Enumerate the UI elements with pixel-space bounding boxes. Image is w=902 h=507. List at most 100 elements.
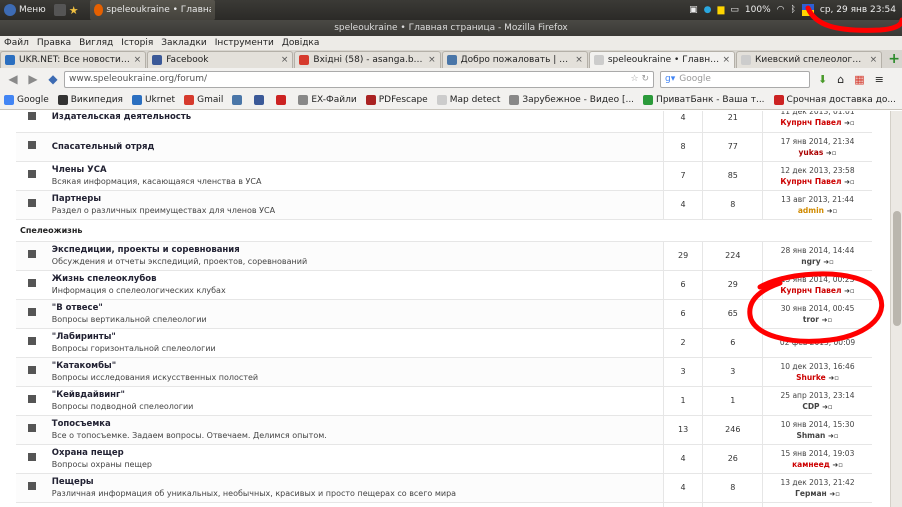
category-title[interactable]: Спелеожизнь [16,219,872,242]
bookmark-item[interactable]: ПриватБанк - Ваша т... [643,94,765,105]
last-post-username[interactable]: Купрнч Павел [780,177,841,186]
forum-info-cell: Спасательный отряд [47,132,664,162]
go-to-post-icon[interactable]: ➜▫ [832,461,843,469]
tab-close-icon[interactable]: × [575,55,583,65]
bookmark-item[interactable]: Срочная доставка до... [773,94,896,105]
forum-title-link[interactable]: Спасательный отряд [52,142,659,152]
last-post-username[interactable]: yukas [799,148,824,157]
tab-5[interactable]: Киевский спелеологическ...× [736,51,883,68]
go-to-post-icon[interactable]: ➜▫ [822,403,833,411]
forum-title-link[interactable]: Партнеры [52,194,659,204]
tab-close-icon[interactable]: × [134,55,142,65]
bookmark-item[interactable] [232,94,245,105]
clock[interactable]: ср, 29 янв 23:54 [820,5,896,15]
menu-item-bookmarks[interactable]: Закладки [161,38,207,48]
last-post-username[interactable]: admin [798,206,824,215]
menu-list-icon[interactable]: ≡ [875,73,884,86]
go-to-post-icon[interactable]: ➜▫ [827,207,838,215]
url-input[interactable]: www.speleoukraine.org/forum/ ☆ ↻ [64,70,654,88]
site-identity-icon[interactable]: ◆ [44,70,62,88]
menu-item-tools[interactable]: Інструменти [215,38,274,48]
bookmark-item[interactable] [254,94,267,105]
bookmark-item[interactable]: Википедия [57,94,123,105]
forum-title-link[interactable]: "Лабиринты" [52,332,659,342]
bookmark-item[interactable]: Зарубежное - Видео [... [509,94,634,105]
back-arrow-icon[interactable]: ◀ [4,70,22,88]
last-post-username[interactable]: tror [803,315,819,324]
favorite-star-icon[interactable]: ★ [69,4,81,17]
menu-button[interactable]: Меню [0,0,50,20]
tab-3[interactable]: Добро пожаловать | ВКо...× [441,51,588,68]
menu-item-edit[interactable]: Правка [37,38,71,48]
bookmark-item[interactable]: Gmail [184,94,223,105]
forum-title-link[interactable]: Экспедиции, проекты и соревнования [52,245,659,255]
bookmark-item[interactable]: Ukrnet [131,94,175,105]
tab-label: Вхідні (58) - asanga.bocha... [313,55,425,65]
menu-item-view[interactable]: Вигляд [79,38,113,48]
last-post-username[interactable]: ngry [801,257,820,266]
new-tab-plus-icon[interactable]: + [886,52,902,68]
last-post-username[interactable]: Shurke [796,373,826,382]
bookmark-item[interactable]: PDFescape [365,94,428,105]
skype-icon[interactable]: ● [704,5,712,15]
search-input[interactable]: g▾ Google [660,70,810,88]
addon-icon[interactable]: ▦ [854,73,864,86]
tab-1[interactable]: Facebook × [147,51,294,68]
tab-0[interactable]: UKR.NET: Все новости Укр...× [0,51,147,68]
forum-info-cell: Топосъемка Все о топосъемке. Задаем вопро… [47,415,664,445]
go-to-post-icon[interactable]: ➜▫ [826,149,837,157]
tab-2[interactable]: Вхідні (58) - asanga.bocha...× [294,51,441,68]
forum-title-link[interactable]: "В отвесе" [52,303,659,313]
tab-4[interactable]: speleoukraine • Главная стр...× [588,51,736,68]
go-to-post-icon[interactable]: ➜▫ [829,490,840,498]
last-post-username[interactable]: CDP [802,402,819,411]
forum-title-link[interactable]: "Катакомбы" [52,361,659,371]
go-to-post-icon[interactable]: ➜▫ [828,432,839,440]
forum-title-link[interactable]: "Кейвдайвинг" [52,390,659,400]
bookmark-label: Википедия [70,94,123,105]
keyboard-layout-icon[interactable]: ▆ [717,5,724,15]
tab-close-icon[interactable]: × [870,55,878,65]
forum-title-link[interactable]: Члены УСА [52,165,659,175]
tab-close-icon[interactable]: × [428,55,436,65]
bookmark-item[interactable]: EX-Файли [298,94,357,105]
go-to-post-icon[interactable]: ➜▫ [828,374,839,382]
scrollbar-thumb[interactable] [893,211,901,326]
last-post-username[interactable]: Герман [795,489,827,498]
network-icon[interactable]: ▣ [689,5,698,15]
last-post-username[interactable]: Купрнч Павел [780,286,841,295]
menu-icon [4,4,16,16]
go-to-post-icon[interactable]: ➜▫ [823,258,834,266]
bookmark-item[interactable]: Map detect [436,94,500,105]
menu-item-history[interactable]: Історія [121,38,153,48]
terminal-icon[interactable] [53,4,66,16]
menu-item-help[interactable]: Довідка [282,38,320,48]
go-to-post-icon[interactable]: ➜▫ [822,316,833,324]
forum-title-link[interactable]: Охрана пещер [52,448,659,458]
bookmark-item[interactable] [276,94,289,105]
bluetooth-icon[interactable]: ᛒ [790,5,795,15]
forward-arrow-icon[interactable]: ▶ [24,70,42,88]
tab-close-icon[interactable]: × [281,55,289,65]
last-post-username[interactable]: Купрнч Павел [780,118,841,127]
firefox-taskbar-item[interactable]: speleoukraine • Главная с... [89,0,215,20]
download-icon[interactable]: ⬇ [818,73,827,86]
last-post-username[interactable]: камнеед [792,460,830,469]
go-to-post-icon[interactable]: ➜▫ [844,178,855,186]
forum-title-link[interactable]: Жизнь спелеоклубов [52,274,659,284]
forum-title-link[interactable]: Топосъемка [52,419,659,429]
forum-title-link[interactable]: Пещеры [52,477,659,487]
ukraine-flag-icon[interactable] [801,4,814,16]
tab-close-icon[interactable]: × [722,55,730,65]
bookmark-item[interactable]: Google [4,94,49,105]
last-post-username[interactable]: Shman [796,431,825,440]
go-to-post-icon[interactable]: ➜▫ [844,287,855,295]
forum-title-link[interactable]: Издательская деятельность [52,112,659,122]
menu-item-file[interactable]: Файл [4,38,29,48]
wifi-icon[interactable]: ◠ [777,5,785,15]
home-icon[interactable]: ⌂ [837,73,844,86]
bookmark-star-icon[interactable]: ☆ ↻ [631,74,649,84]
scrollbar[interactable] [890,111,902,507]
battery-icon[interactable]: ▭ [730,5,739,15]
go-to-post-icon[interactable]: ➜▫ [844,119,855,127]
